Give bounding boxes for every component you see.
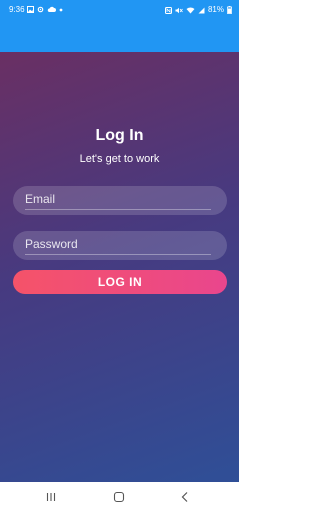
battery-level: 81% — [207, 5, 224, 14]
recents-icon[interactable] — [44, 490, 58, 504]
mute-icon — [175, 7, 183, 14]
wifi-icon — [186, 6, 195, 14]
page-title: Log In — [95, 127, 144, 144]
status-right: 81% — [164, 5, 232, 15]
gear-icon — [37, 6, 44, 13]
login-background — [0, 52, 239, 482]
email-field[interactable] — [13, 186, 227, 215]
status-time: 9:36 — [9, 5, 25, 14]
email-underline — [25, 209, 211, 210]
dot-icon — [59, 8, 63, 12]
nfc-icon — [164, 6, 172, 14]
back-icon[interactable] — [178, 490, 192, 504]
cloud-icon — [47, 6, 56, 13]
page-subtitle: Let's get to work — [79, 153, 160, 165]
login-screen: 9:36 81% Log In Let's get to work Email … — [0, 0, 239, 512]
email-input[interactable] — [25, 189, 209, 209]
battery-icon — [227, 6, 232, 14]
app-bar — [0, 20, 239, 52]
photo-icon — [27, 6, 34, 13]
signal-icon — [198, 7, 205, 14]
login-button[interactable]: LOG IN — [13, 270, 227, 294]
password-underline — [25, 254, 211, 255]
navigation-bar — [0, 482, 239, 512]
status-left-icons — [27, 6, 63, 13]
home-icon[interactable] — [112, 490, 126, 504]
status-bar: 9:36 81% — [0, 0, 239, 20]
password-field[interactable] — [13, 231, 227, 260]
password-input[interactable] — [25, 234, 209, 254]
